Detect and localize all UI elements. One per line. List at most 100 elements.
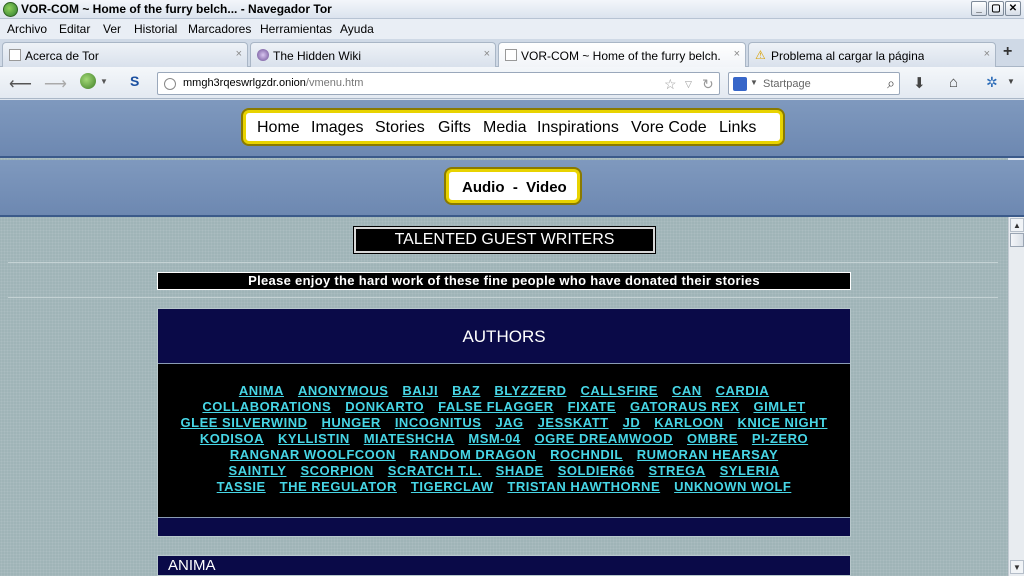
tab-acerca-de-tor[interactable]: Acerca de Tor × (2, 42, 248, 67)
chevron-down-icon[interactable]: ▼ (750, 78, 758, 87)
search-engine-icon[interactable] (733, 77, 747, 91)
search-input[interactable]: Startpage (763, 78, 811, 90)
nav-link-home[interactable]: Home (257, 119, 300, 137)
nav-link-media[interactable]: Media (483, 119, 527, 137)
page-title: TALENTED GUEST WRITERS (353, 226, 656, 254)
scroll-down-icon[interactable]: ▼ (1010, 560, 1024, 574)
author-link[interactable]: JD (623, 415, 641, 430)
close-tab-icon[interactable]: × (984, 48, 990, 60)
back-arrow-icon[interactable]: ⟵ (9, 74, 32, 94)
bookmark-star-icon[interactable]: ☆ (664, 76, 677, 93)
author-link[interactable]: SOLDIER66 (558, 463, 635, 478)
divider (8, 297, 998, 298)
minimize-button[interactable]: _ (971, 1, 987, 16)
author-link[interactable]: RUMORAN HEARSAY (637, 447, 778, 462)
author-link[interactable]: CALLSFIRE (580, 383, 657, 398)
addon-icon[interactable]: ✲ (986, 74, 998, 91)
menu-marcadores[interactable]: Marcadores (188, 22, 251, 36)
search-bar[interactable]: ▼ Startpage ⌕ (728, 72, 900, 95)
chevron-down-icon[interactable]: ▼ (1007, 77, 1015, 86)
scroll-up-icon[interactable]: ▲ (1010, 218, 1024, 232)
author-link[interactable]: THE REGULATOR (280, 479, 397, 494)
author-link[interactable]: BAIJI (402, 383, 438, 398)
nav-link-stories[interactable]: Stories (375, 119, 425, 137)
author-link[interactable]: RANDOM DRAGON (410, 447, 536, 462)
chevron-down-icon[interactable]: ▼ (100, 77, 108, 86)
author-link[interactable]: CAN (672, 383, 702, 398)
nav-link-links[interactable]: Links (719, 119, 756, 137)
author-link[interactable]: SCRATCH T.L. (388, 463, 482, 478)
author-link[interactable]: GLEE SILVERWIND (181, 415, 308, 430)
nav-link-vore-code[interactable]: Vore Code (631, 119, 707, 137)
scroll-thumb[interactable] (1010, 233, 1024, 247)
audio-video-menu: Audio - Video (446, 169, 580, 203)
nav-link-gifts[interactable]: Gifts (438, 119, 471, 137)
menu-editar[interactable]: Editar (59, 22, 90, 36)
nav-link-images[interactable]: Images (311, 119, 363, 137)
menu-herramientas[interactable]: Herramientas (260, 22, 332, 36)
nav-link-audio-video[interactable]: Audio - Video (462, 179, 567, 196)
author-link[interactable]: OMBRE (687, 431, 738, 446)
close-window-button[interactable]: ✕ (1005, 1, 1021, 16)
author-link[interactable]: KNICE NIGHT (737, 415, 827, 430)
page-scrollbar[interactable]: ▲ ▼ (1008, 217, 1024, 576)
author-link[interactable]: SAINTLY (229, 463, 287, 478)
author-link[interactable]: DONKARTO (345, 399, 424, 414)
author-link[interactable]: FALSE FLAGGER (438, 399, 554, 414)
author-link[interactable]: INCOGNITUS (395, 415, 482, 430)
noscript-icon[interactable]: S (130, 73, 139, 89)
close-tab-icon[interactable]: × (236, 48, 242, 60)
author-link[interactable]: FIXATE (568, 399, 616, 414)
author-link[interactable]: PI-ZERO (752, 431, 808, 446)
author-link[interactable]: BAZ (452, 383, 480, 398)
author-link[interactable]: TASSIE (217, 479, 266, 494)
author-link[interactable]: KARLOON (654, 415, 723, 430)
author-link[interactable]: UNKNOWN WOLF (674, 479, 791, 494)
tab-hidden-wiki[interactable]: The Hidden Wiki × (250, 42, 496, 67)
author-link[interactable]: SYLERIA (720, 463, 780, 478)
tab-problema-al-cargar[interactable]: ⚠ Problema al cargar la página × (748, 42, 996, 67)
author-link[interactable]: ANIMA (239, 383, 284, 398)
menu-archivo[interactable]: Archivo (7, 22, 47, 36)
author-link[interactable]: STREGA (648, 463, 705, 478)
url-text[interactable]: mmgh3rqeswrlgzdr.onion/vmenu.htm (183, 77, 363, 89)
author-link[interactable]: JESSKATT (538, 415, 609, 430)
author-link[interactable]: COLLABORATIONS (202, 399, 331, 414)
menu-historial[interactable]: Historial (134, 22, 177, 36)
url-bar[interactable]: mmgh3rqeswrlgzdr.onion/vmenu.htm ☆ ▽ ↻ (157, 72, 720, 95)
author-link[interactable]: SCORPION (300, 463, 373, 478)
author-link[interactable]: BLYZZERD (494, 383, 566, 398)
nav-link-inspirations[interactable]: Inspirations (537, 119, 619, 137)
url-dropdown-icon[interactable]: ▽ (685, 79, 692, 90)
forward-arrow-icon[interactable]: ⟶ (44, 74, 67, 94)
author-link[interactable]: SHADE (496, 463, 544, 478)
menu-ver[interactable]: Ver (103, 22, 121, 36)
author-link[interactable]: JAG (495, 415, 523, 430)
author-link[interactable]: TRISTAN HAWTHORNE (507, 479, 660, 494)
close-tab-icon[interactable]: × (734, 48, 740, 60)
close-tab-icon[interactable]: × (484, 48, 490, 60)
author-link[interactable]: ROCHNDIL (550, 447, 623, 462)
author-link[interactable]: MIATESHCHA (364, 431, 455, 446)
menu-ayuda[interactable]: Ayuda (340, 22, 374, 36)
author-link[interactable]: KODISOA (200, 431, 264, 446)
author-link[interactable]: GIMLET (753, 399, 805, 414)
author-link[interactable]: OGRE DREAMWOOD (535, 431, 673, 446)
author-link[interactable]: TIGERCLAW (411, 479, 494, 494)
author-link[interactable]: CARDIA (716, 383, 770, 398)
author-link[interactable]: KYLLISTIN (278, 431, 350, 446)
tor-browser-icon (3, 2, 18, 17)
reload-icon[interactable]: ↻ (702, 76, 714, 93)
author-link[interactable]: RANGNAR WOOLFCOON (230, 447, 396, 462)
search-icon[interactable]: ⌕ (887, 75, 895, 92)
author-link[interactable]: ANONYMOUS (298, 383, 388, 398)
download-icon[interactable]: ⬇ (913, 74, 926, 92)
home-icon[interactable]: ⌂ (949, 74, 958, 91)
author-link[interactable]: HUNGER (321, 415, 380, 430)
new-tab-button[interactable]: + (1003, 43, 1012, 61)
tor-onion-button-icon[interactable] (80, 73, 96, 89)
author-link[interactable]: GATORAUS REX (630, 399, 740, 414)
tab-vor-com[interactable]: VOR-COM ~ Home of the furry belch... × (498, 42, 746, 68)
author-link[interactable]: MSM-04 (468, 431, 520, 446)
maximize-button[interactable]: ▢ (988, 1, 1004, 16)
